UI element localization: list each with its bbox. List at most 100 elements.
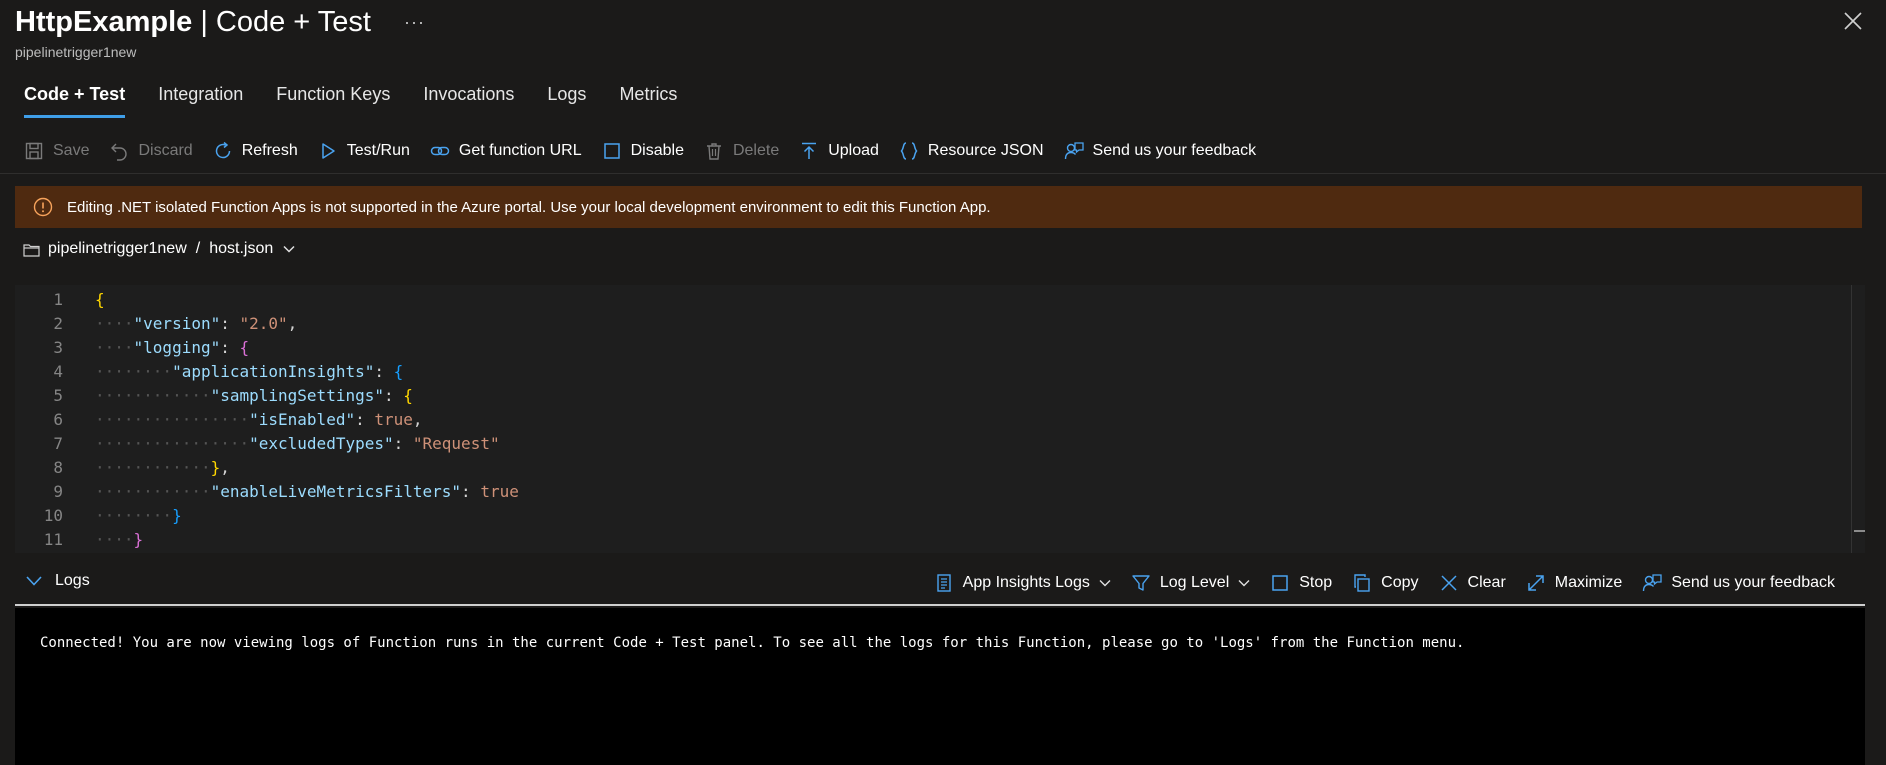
logs-send-feedback-label: Send us your feedback xyxy=(1671,574,1835,591)
logs-actions: App Insights Logs Log Level Stop Copy Cl… xyxy=(914,568,1835,598)
tab-invocations[interactable]: Invocations xyxy=(423,84,514,118)
editor-scrollbar[interactable] xyxy=(1851,285,1865,553)
resource-json-label: Resource JSON xyxy=(927,142,1044,159)
breadcrumb-app[interactable]: pipelinetrigger1new xyxy=(48,240,187,258)
line-number: 6 xyxy=(53,410,63,429)
logs-send-feedback-button[interactable]: Send us your feedback xyxy=(1642,573,1835,593)
delete-button[interactable]: Delete xyxy=(704,141,779,161)
tab-code-test[interactable]: Code + Test xyxy=(24,84,126,118)
line-number: 7 xyxy=(53,434,63,453)
line-number: 10 xyxy=(43,506,63,525)
info-icon xyxy=(33,197,53,217)
line-number: 4 xyxy=(53,362,63,381)
file-selector[interactable]: host.json xyxy=(209,240,273,258)
maximize-icon xyxy=(1528,575,1544,591)
upload-button[interactable]: Upload xyxy=(799,141,879,161)
folder-icon xyxy=(23,243,40,257)
tab-function-keys[interactable]: Function Keys xyxy=(276,84,390,118)
json-key: "applicationInsights" xyxy=(172,362,375,381)
refresh-icon xyxy=(215,141,230,159)
chevron-down-icon xyxy=(1099,580,1111,587)
json-key: "logging" xyxy=(133,338,221,357)
json-key: "samplingSettings" xyxy=(210,386,384,405)
tab-bar: Code + Test Integration Function Keys In… xyxy=(24,84,710,118)
page-title-function-name: HttpExample xyxy=(15,6,193,38)
logs-panel-header: Logs App Insights Logs Log Level Stop Co… xyxy=(15,568,1865,606)
stop-square-icon xyxy=(603,143,620,159)
json-key: "version" xyxy=(133,314,221,333)
app-insights-logs-label: App Insights Logs xyxy=(962,574,1090,591)
save-button[interactable]: Save xyxy=(24,141,89,161)
line-number: 12 xyxy=(15,552,63,553)
json-string: "2.0" xyxy=(239,314,288,333)
play-icon xyxy=(321,143,335,159)
line-number: 9 xyxy=(53,482,63,501)
line-number: 5 xyxy=(53,386,63,405)
stop-square-icon xyxy=(1272,575,1288,591)
page-subtitle: pipelinetrigger1new xyxy=(15,44,137,60)
discard-button[interactable]: Discard xyxy=(109,141,193,161)
clear-button[interactable]: Clear xyxy=(1439,573,1506,593)
stop-button[interactable]: Stop xyxy=(1270,573,1332,593)
command-bar: Save Discard Refresh Test/Run Get functi… xyxy=(24,136,1276,166)
copy-button[interactable]: Copy xyxy=(1352,573,1419,593)
test-run-button[interactable]: Test/Run xyxy=(318,141,410,161)
get-function-url-label: Get function URL xyxy=(458,142,582,159)
json-string: "Request" xyxy=(412,434,500,453)
refresh-button[interactable]: Refresh xyxy=(213,141,298,161)
braces-icon xyxy=(900,142,918,160)
trash-icon xyxy=(706,143,721,160)
toolbar-divider xyxy=(0,173,1886,174)
link-icon xyxy=(430,146,450,156)
undo-icon xyxy=(111,143,128,161)
get-function-url-button[interactable]: Get function URL xyxy=(430,141,582,161)
warning-banner: Editing .NET isolated Function Apps is n… xyxy=(15,186,1862,228)
close-icon[interactable] xyxy=(1842,10,1864,32)
upload-icon xyxy=(802,142,817,159)
tab-metrics[interactable]: Metrics xyxy=(619,84,677,118)
close-icon xyxy=(1441,575,1457,591)
resource-json-button[interactable]: Resource JSON xyxy=(899,141,1044,161)
send-feedback-button[interactable]: Send us your feedback xyxy=(1064,141,1256,161)
disable-button[interactable]: Disable xyxy=(602,141,684,161)
discard-label: Discard xyxy=(138,142,193,159)
save-icon xyxy=(25,142,43,160)
delete-label: Delete xyxy=(732,142,780,159)
code-editor[interactable]: 1{ 2 ····"version": "2.0", 3 ····"logging"… xyxy=(15,285,1865,553)
line-number: 11 xyxy=(43,530,63,549)
save-label: Save xyxy=(53,142,90,159)
test-run-label: Test/Run xyxy=(346,142,410,159)
json-literal: true xyxy=(374,410,413,429)
disable-label: Disable xyxy=(630,142,684,159)
page-title: HttpExample | Code + Test xyxy=(15,4,371,40)
tab-logs[interactable]: Logs xyxy=(547,84,586,118)
function-code-test-blade: HttpExample | Code + Test pipelinetrigge… xyxy=(0,0,1886,765)
json-key: "enableLiveMetricsFilters" xyxy=(210,482,462,501)
line-number: 1 xyxy=(53,290,63,309)
chevron-down-icon[interactable] xyxy=(282,242,296,256)
document-list-icon xyxy=(936,574,951,592)
file-breadcrumb: pipelinetrigger1new / host.json xyxy=(23,240,296,258)
json-literal: true xyxy=(480,482,519,501)
logs-collapse-toggle[interactable]: Logs xyxy=(25,572,90,590)
blade-header: HttpExample | Code + Test pipelinetrigge… xyxy=(15,4,371,60)
feedback-icon xyxy=(1064,142,1084,160)
refresh-label: Refresh xyxy=(241,142,298,159)
more-options-icon[interactable]: ··· xyxy=(404,12,425,33)
log-level-label: Log Level xyxy=(1159,574,1230,591)
log-level-dropdown[interactable]: Log Level xyxy=(1131,573,1250,593)
tab-integration[interactable]: Integration xyxy=(158,84,243,118)
copy-icon xyxy=(1354,574,1370,592)
maximize-button[interactable]: Maximize xyxy=(1526,573,1623,593)
clear-label: Clear xyxy=(1467,574,1506,591)
chevron-down-icon xyxy=(1238,580,1250,587)
line-number: 3 xyxy=(53,338,63,357)
log-console[interactable]: Connected! You are now viewing logs of F… xyxy=(15,608,1865,765)
scroll-marker xyxy=(1854,530,1865,532)
json-key: "excludedTypes" xyxy=(249,434,394,453)
maximize-label: Maximize xyxy=(1554,574,1623,591)
feedback-icon xyxy=(1643,574,1662,592)
upload-label: Upload xyxy=(828,142,879,159)
logs-toggle-label: Logs xyxy=(55,572,90,589)
app-insights-logs-dropdown[interactable]: App Insights Logs xyxy=(934,573,1111,593)
